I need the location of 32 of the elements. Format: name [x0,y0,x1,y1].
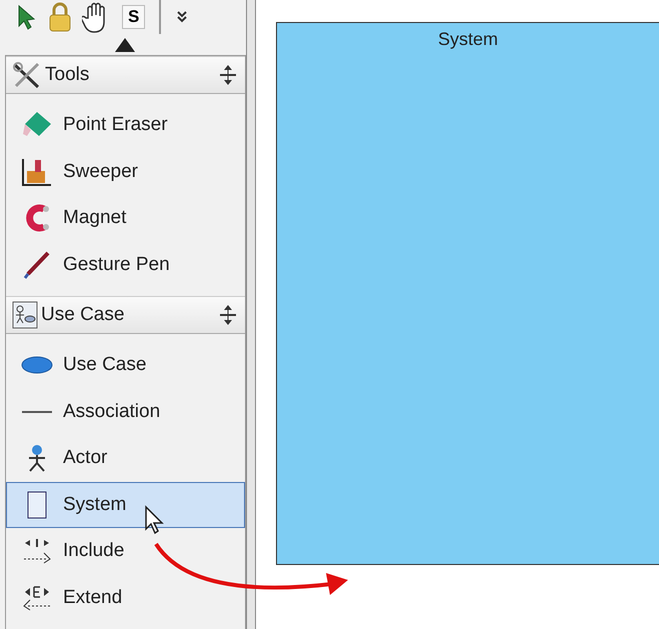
dashed-arrow-icon [22,537,52,566]
palette-item[interactable]: Association [6,388,245,435]
triangle-icon[interactable] [115,38,135,52]
section-header[interactable]: Tools [6,56,245,94]
palette-item[interactable]: Sweeper [6,148,245,195]
palette-item[interactable]: System [6,482,245,528]
mouse-cursor-icon [144,505,166,535]
palette-item[interactable]: Use Case [6,342,245,388]
palette-item[interactable]: Magnet [6,195,245,242]
section-title: Tools [45,64,90,86]
padlock-icon[interactable] [48,2,72,32]
s-button[interactable]: S [122,5,146,30]
palette-item[interactable]: Gesture Pen [6,242,245,288]
chevron-down-icon[interactable] [175,10,190,24]
rectangle-icon [27,490,47,519]
move-handle-icon[interactable] [219,64,237,86]
palette-item[interactable]: Extend [6,574,245,621]
diagram-icon [12,301,38,329]
ellipse-icon [21,355,53,376]
sweeper-icon [21,156,53,187]
dashed-arrow-icon [22,584,52,612]
pen-icon [22,250,52,280]
line-icon [21,410,53,414]
move-handle-icon[interactable] [219,304,237,326]
palette-item[interactable]: Point Eraser [6,102,245,148]
section-header[interactable]: Use Case [6,296,245,334]
tools-icon [12,61,42,89]
palette-item[interactable]: Actor [6,435,245,482]
system-title: System [438,29,498,50]
section-title: Use Case [41,304,126,326]
pointer-icon[interactable] [16,4,38,30]
palette-item[interactable]: Include [6,528,245,574]
